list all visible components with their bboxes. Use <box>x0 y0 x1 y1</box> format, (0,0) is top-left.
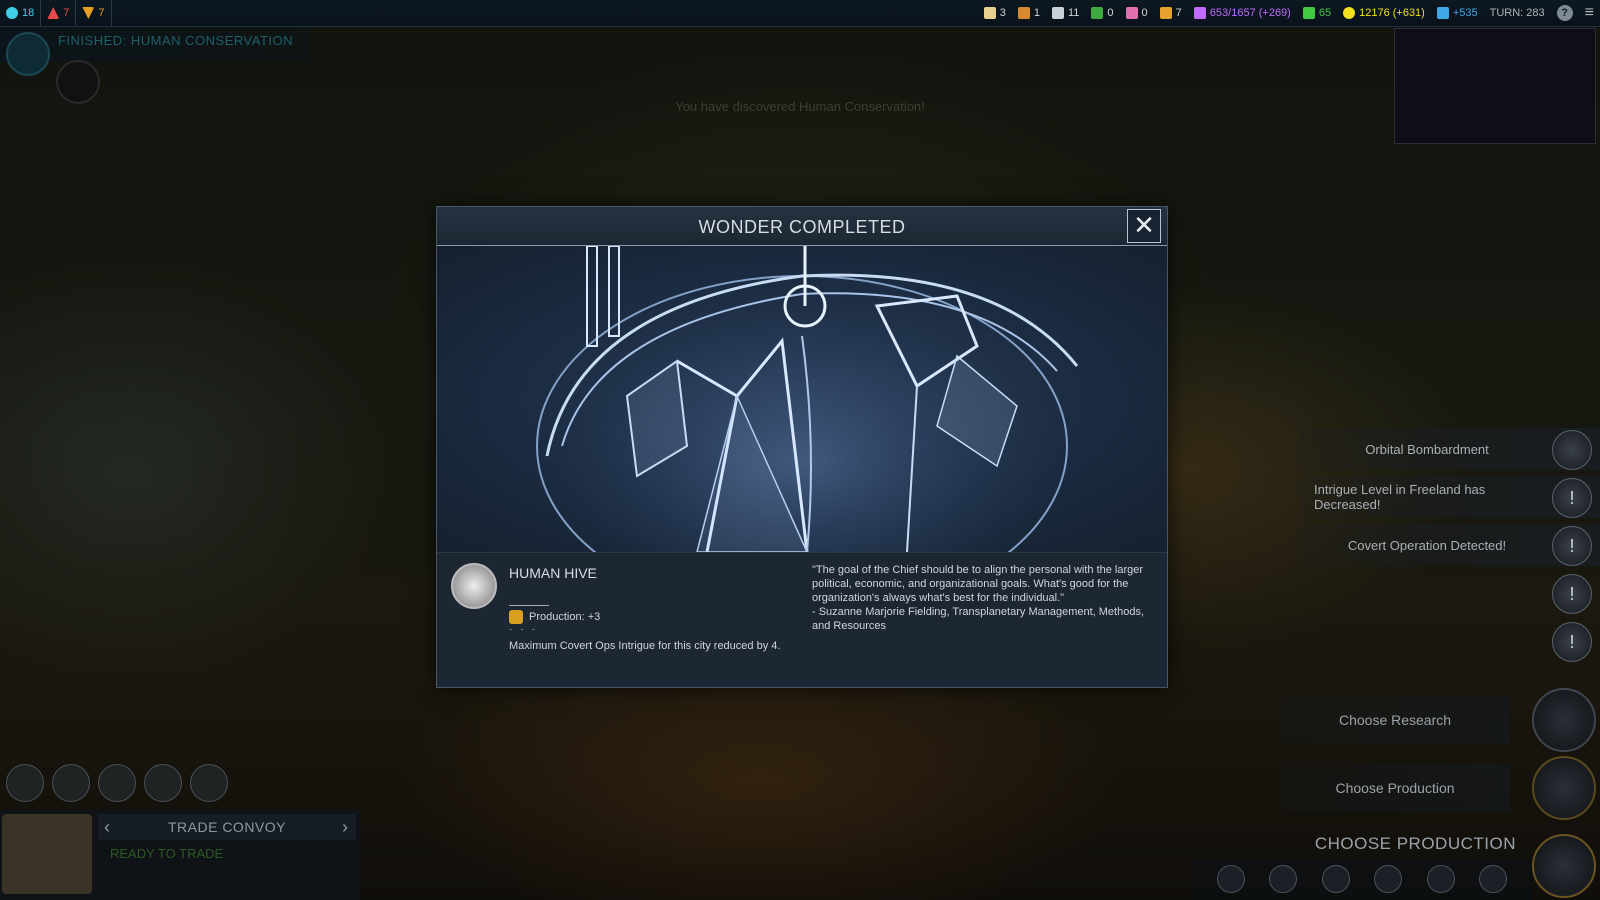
end-turn-label[interactable]: CHOOSE PRODUCTION <box>1315 834 1516 854</box>
divider <box>509 605 549 606</box>
science-beaker-icon[interactable] <box>1532 688 1596 752</box>
exclamation-icon[interactable]: ! <box>1552 622 1592 662</box>
next-unit-arrow[interactable]: › <box>342 814 348 840</box>
firaxite-icon <box>983 7 996 19</box>
tech-web-icon[interactable] <box>6 32 50 76</box>
notification-generic[interactable]: ! <box>1530 620 1600 662</box>
unlocked-wonder-icon[interactable] <box>56 60 100 104</box>
notification-orbital-bombardment[interactable]: Orbital Bombardment <box>1300 428 1600 470</box>
affinity-purity-icon <box>47 7 60 19</box>
floatstone-icon <box>1159 7 1172 19</box>
unit-panel: ‹ TRADE CONVOY › READY TO TRADE <box>0 810 360 900</box>
disband-icon[interactable] <box>190 764 228 802</box>
finished-research-text: FINISHED: HUMAN CONSERVATION <box>58 33 294 48</box>
science-icon <box>1436 7 1449 19</box>
production-yield: Production: +3 <box>509 610 600 624</box>
titanium-icon <box>1052 7 1064 19</box>
help-icon[interactable]: ? <box>1556 5 1573 21</box>
energy-icon <box>1343 7 1356 19</box>
notification-intrigue-decreased[interactable]: Intrigue Level in Freeland has Decreased… <box>1300 476 1600 518</box>
unit-name-bar: ‹ TRADE CONVOY › <box>98 814 356 840</box>
sleep-icon[interactable] <box>144 764 182 802</box>
wonder-info-panel: HUMAN HIVE Production: +3 - - - Maximum … <box>437 552 1167 687</box>
close-button[interactable]: ✕ <box>1127 209 1161 243</box>
culture-readout[interactable]: 653/1657 (+269) <box>1193 7 1291 19</box>
unit-name: TRADE CONVOY <box>167 819 286 835</box>
culture-icon <box>1193 7 1206 19</box>
affinity-supremacy[interactable]: 7 <box>76 0 112 26</box>
tent-icon[interactable] <box>1321 865 1350 893</box>
unit-action-bar <box>0 764 228 804</box>
geothermal-icon <box>1091 7 1104 19</box>
resource-firaxite[interactable]: 3 <box>983 7 1006 19</box>
turn-counter: TURN: 283 <box>1489 7 1545 19</box>
choose-production-button[interactable]: Choose Production <box>1280 756 1600 820</box>
satellite-icon[interactable] <box>1216 865 1245 893</box>
planet-icon[interactable] <box>1269 865 1298 893</box>
dialog-title: WONDER COMPLETED <box>698 217 906 237</box>
affinity-harmony-icon <box>6 7 18 19</box>
minimap[interactable] <box>1394 28 1596 144</box>
resource-xenomass[interactable]: 0 <box>1125 7 1148 19</box>
affinity-supremacy-icon <box>82 7 95 19</box>
human-hive-icon <box>451 563 497 609</box>
tree-icon[interactable] <box>1374 865 1403 893</box>
production-hex-icon[interactable] <box>1532 834 1596 898</box>
production-icon <box>509 610 523 624</box>
xenomass-icon <box>1125 7 1138 19</box>
health-readout[interactable]: 65 <box>1302 7 1331 19</box>
production-hex-icon[interactable] <box>1532 756 1596 820</box>
resource-geothermal[interactable]: 0 <box>1091 7 1114 19</box>
health-icon <box>1302 7 1315 19</box>
resource-titanium[interactable]: 11 <box>1052 7 1079 19</box>
wonder-name: HUMAN HIVE <box>509 565 597 581</box>
discovery-message: You have discovered Human Conservation! <box>675 99 925 114</box>
notification-covert-operation[interactable]: Covert Operation Detected! ! <box>1300 524 1600 566</box>
unit-portrait[interactable] <box>2 814 92 894</box>
wonder-effect-text: Maximum Covert Ops Intrigue for this cit… <box>509 640 781 652</box>
unit-status: READY TO TRADE <box>110 846 224 861</box>
separator-dashes: - - - <box>509 624 538 634</box>
end-turn-button[interactable] <box>1530 834 1600 898</box>
resource-floatstone[interactable]: 7 <box>1159 7 1182 19</box>
dialog-header: WONDER COMPLETED ✕ <box>437 207 1167 246</box>
affinity-harmony[interactable]: 18 <box>0 0 42 26</box>
blueprint-drawing <box>536 246 1079 552</box>
menu-icon[interactable]: ≡ <box>1585 4 1594 22</box>
energy-readout[interactable]: 12176 (+631) <box>1343 7 1425 19</box>
exclamation-icon[interactable]: ! <box>1552 526 1592 566</box>
map-icon[interactable] <box>1426 865 1455 893</box>
resource-petroleum[interactable]: 1 <box>1017 7 1040 19</box>
exclamation-icon[interactable]: ! <box>1552 478 1592 518</box>
top-resource-bar: 18 7 7 3 1 11 0 0 7 653/1657 (+269) 65 1… <box>0 0 1600 27</box>
fortify-icon[interactable] <box>52 764 90 802</box>
notification-generic[interactable]: ! <box>1530 572 1600 614</box>
globe-icon[interactable] <box>1479 865 1508 893</box>
notification-icon[interactable] <box>1552 430 1592 470</box>
petroleum-icon <box>1017 7 1030 19</box>
previous-unit-arrow[interactable]: ‹ <box>104 814 110 840</box>
exclamation-icon[interactable]: ! <box>1552 574 1592 614</box>
wonder-completed-dialog: WONDER COMPLETED ✕ HUMAN HIVE Production… <box>436 206 1168 688</box>
affinity-purity[interactable]: 7 <box>41 0 77 26</box>
trade-route-icon[interactable] <box>98 764 136 802</box>
wonder-blueprint-art <box>437 246 1167 552</box>
science-readout[interactable]: +535 <box>1436 7 1478 19</box>
lens-toolbar <box>1192 858 1532 900</box>
move-icon[interactable] <box>6 764 44 802</box>
choose-research-button[interactable]: Choose Research <box>1280 688 1600 752</box>
wonder-quote: "The goal of the Chief should be to alig… <box>812 564 1145 632</box>
